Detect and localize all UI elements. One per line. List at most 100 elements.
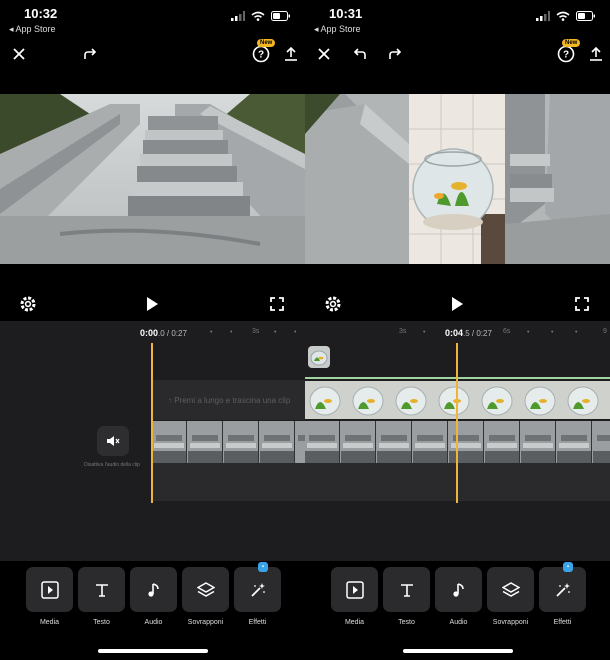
play-icon bbox=[147, 297, 158, 311]
tool-overlay[interactable]: Sovrapponi bbox=[182, 567, 229, 626]
fullscreen-icon bbox=[270, 297, 284, 311]
home-indicator bbox=[403, 649, 513, 653]
back-to-app-store[interactable]: ◂ App Store bbox=[9, 24, 56, 35]
tool-overlay[interactable]: Sovrapponi bbox=[487, 567, 534, 626]
undo-button[interactable] bbox=[348, 42, 372, 66]
back-to-app-store[interactable]: ◂ App Store bbox=[314, 24, 361, 35]
mute-icon bbox=[107, 436, 120, 446]
settings-icon bbox=[20, 296, 36, 312]
tool-bar: Media Testo Audio Sovrapponi ▪ Effetti bbox=[331, 562, 586, 626]
video-preview[interactable] bbox=[305, 94, 610, 264]
effects-badge-icon: ▪ bbox=[258, 562, 268, 572]
undo-icon bbox=[353, 48, 366, 59]
editor-screen-left: 10:32 ◂ App Store ? New 0:00.0 / 0:27 • … bbox=[0, 0, 305, 660]
signal-icon bbox=[231, 11, 245, 21]
magic-wand-icon bbox=[250, 582, 265, 597]
timecode: 0:04.5 / 0:27 bbox=[445, 328, 492, 338]
redo-button[interactable] bbox=[78, 42, 102, 66]
clip-thumbnails bbox=[152, 421, 305, 463]
fullscreen-button[interactable] bbox=[263, 290, 291, 318]
tool-label: Media bbox=[344, 619, 365, 626]
tool-label: Media bbox=[39, 619, 60, 626]
status-bar: 10:32 ◂ App Store bbox=[0, 0, 305, 38]
tool-label: Audio bbox=[144, 619, 163, 626]
help-icon: ? bbox=[557, 45, 575, 63]
mute-clip-button[interactable] bbox=[97, 426, 129, 456]
status-icons bbox=[231, 11, 291, 21]
layers-icon bbox=[501, 581, 520, 597]
redo-button[interactable] bbox=[383, 42, 407, 66]
play-button[interactable] bbox=[443, 290, 471, 318]
tool-effects[interactable]: ▪ Effetti bbox=[539, 562, 586, 626]
overlay-clip-thumb[interactable] bbox=[308, 346, 330, 368]
tick-label: 3s bbox=[252, 328, 260, 335]
editor-toolbar: ? New bbox=[0, 39, 305, 68]
new-badge: New bbox=[257, 39, 276, 47]
tool-label: Testo bbox=[93, 619, 110, 626]
editor-screen-right: 10:31 ◂ App Store ? New 3s • 0:04.5 / 0:… bbox=[305, 0, 610, 660]
current-time: 0:00 bbox=[140, 328, 159, 338]
media-icon bbox=[40, 580, 59, 599]
video-preview[interactable] bbox=[0, 94, 305, 264]
fullscreen-button[interactable] bbox=[568, 290, 596, 318]
fishbowl-thumb bbox=[308, 346, 330, 368]
play-button[interactable] bbox=[138, 290, 166, 318]
tool-media[interactable]: Media bbox=[26, 567, 73, 626]
tool-label: Audio bbox=[449, 619, 468, 626]
time-ruler: 0:00.0 / 0:27 • • 3s • • bbox=[140, 328, 297, 338]
export-icon bbox=[285, 46, 297, 61]
new-badge: New bbox=[562, 39, 581, 47]
settings-button[interactable] bbox=[319, 290, 347, 318]
time-ruler: 3s • 0:04.5 / 0:27 6s • • • 9 bbox=[399, 328, 607, 338]
tick-label: 3s bbox=[399, 328, 407, 335]
tool-label: Testo bbox=[398, 619, 415, 626]
tool-audio[interactable]: Audio bbox=[435, 567, 482, 626]
total-time: .5 / 0:27 bbox=[463, 329, 492, 338]
redo-icon bbox=[389, 48, 402, 59]
tool-media[interactable]: Media bbox=[331, 567, 378, 626]
timecode: 0:00.0 / 0:27 bbox=[140, 328, 187, 338]
layers-icon bbox=[196, 581, 215, 597]
close-icon bbox=[318, 48, 330, 60]
status-time: 10:32 bbox=[24, 6, 58, 21]
tool-label: Sovrapponi bbox=[492, 619, 529, 626]
timeline[interactable]: 3s • 0:04.5 / 0:27 6s • • • 9 bbox=[305, 321, 610, 561]
audio-icon bbox=[147, 582, 159, 597]
help-button[interactable]: ? New bbox=[554, 39, 581, 66]
fullscreen-icon bbox=[575, 297, 589, 311]
playhead[interactable] bbox=[151, 343, 153, 503]
effects-badge-icon: ▪ bbox=[563, 562, 573, 572]
tool-audio[interactable]: Audio bbox=[130, 567, 177, 626]
tool-label: Sovrapponi bbox=[187, 619, 224, 626]
video-track[interactable] bbox=[152, 421, 305, 463]
audio-track[interactable] bbox=[152, 463, 305, 501]
export-button[interactable] bbox=[279, 42, 303, 66]
tool-label: Effetti bbox=[553, 619, 572, 626]
settings-button[interactable] bbox=[14, 290, 42, 318]
redo-icon bbox=[84, 48, 97, 59]
help-button[interactable]: ? New bbox=[249, 39, 276, 66]
tool-effects[interactable]: ▪ Effetti bbox=[234, 562, 281, 626]
close-button[interactable] bbox=[312, 42, 336, 66]
wifi-icon bbox=[556, 11, 570, 21]
tool-text[interactable]: Testo bbox=[78, 567, 125, 626]
mute-label: Disattiva l'audio della clip bbox=[84, 462, 140, 468]
close-button[interactable] bbox=[7, 42, 31, 66]
total-time: .0 / 0:27 bbox=[158, 329, 187, 338]
export-button[interactable] bbox=[584, 42, 608, 66]
signal-icon bbox=[536, 11, 550, 21]
timeline[interactable]: 0:00.0 / 0:27 • • 3s • • Disattiva l'aud… bbox=[0, 321, 305, 561]
steps-frame bbox=[0, 94, 305, 264]
play-icon bbox=[452, 297, 463, 311]
tool-label: Effetti bbox=[248, 619, 267, 626]
wifi-icon bbox=[251, 11, 265, 21]
drag-hint: ↑ Premi a lungo e trascina una clip bbox=[168, 396, 291, 405]
status-time: 10:31 bbox=[329, 6, 363, 21]
playhead[interactable] bbox=[456, 343, 458, 503]
fishbowl-frame bbox=[305, 94, 610, 264]
status-bar: 10:31 ◂ App Store bbox=[305, 0, 610, 38]
status-icons bbox=[536, 11, 596, 21]
tick-label: 6s bbox=[503, 328, 511, 335]
export-icon bbox=[590, 46, 602, 61]
tool-text[interactable]: Testo bbox=[383, 567, 430, 626]
